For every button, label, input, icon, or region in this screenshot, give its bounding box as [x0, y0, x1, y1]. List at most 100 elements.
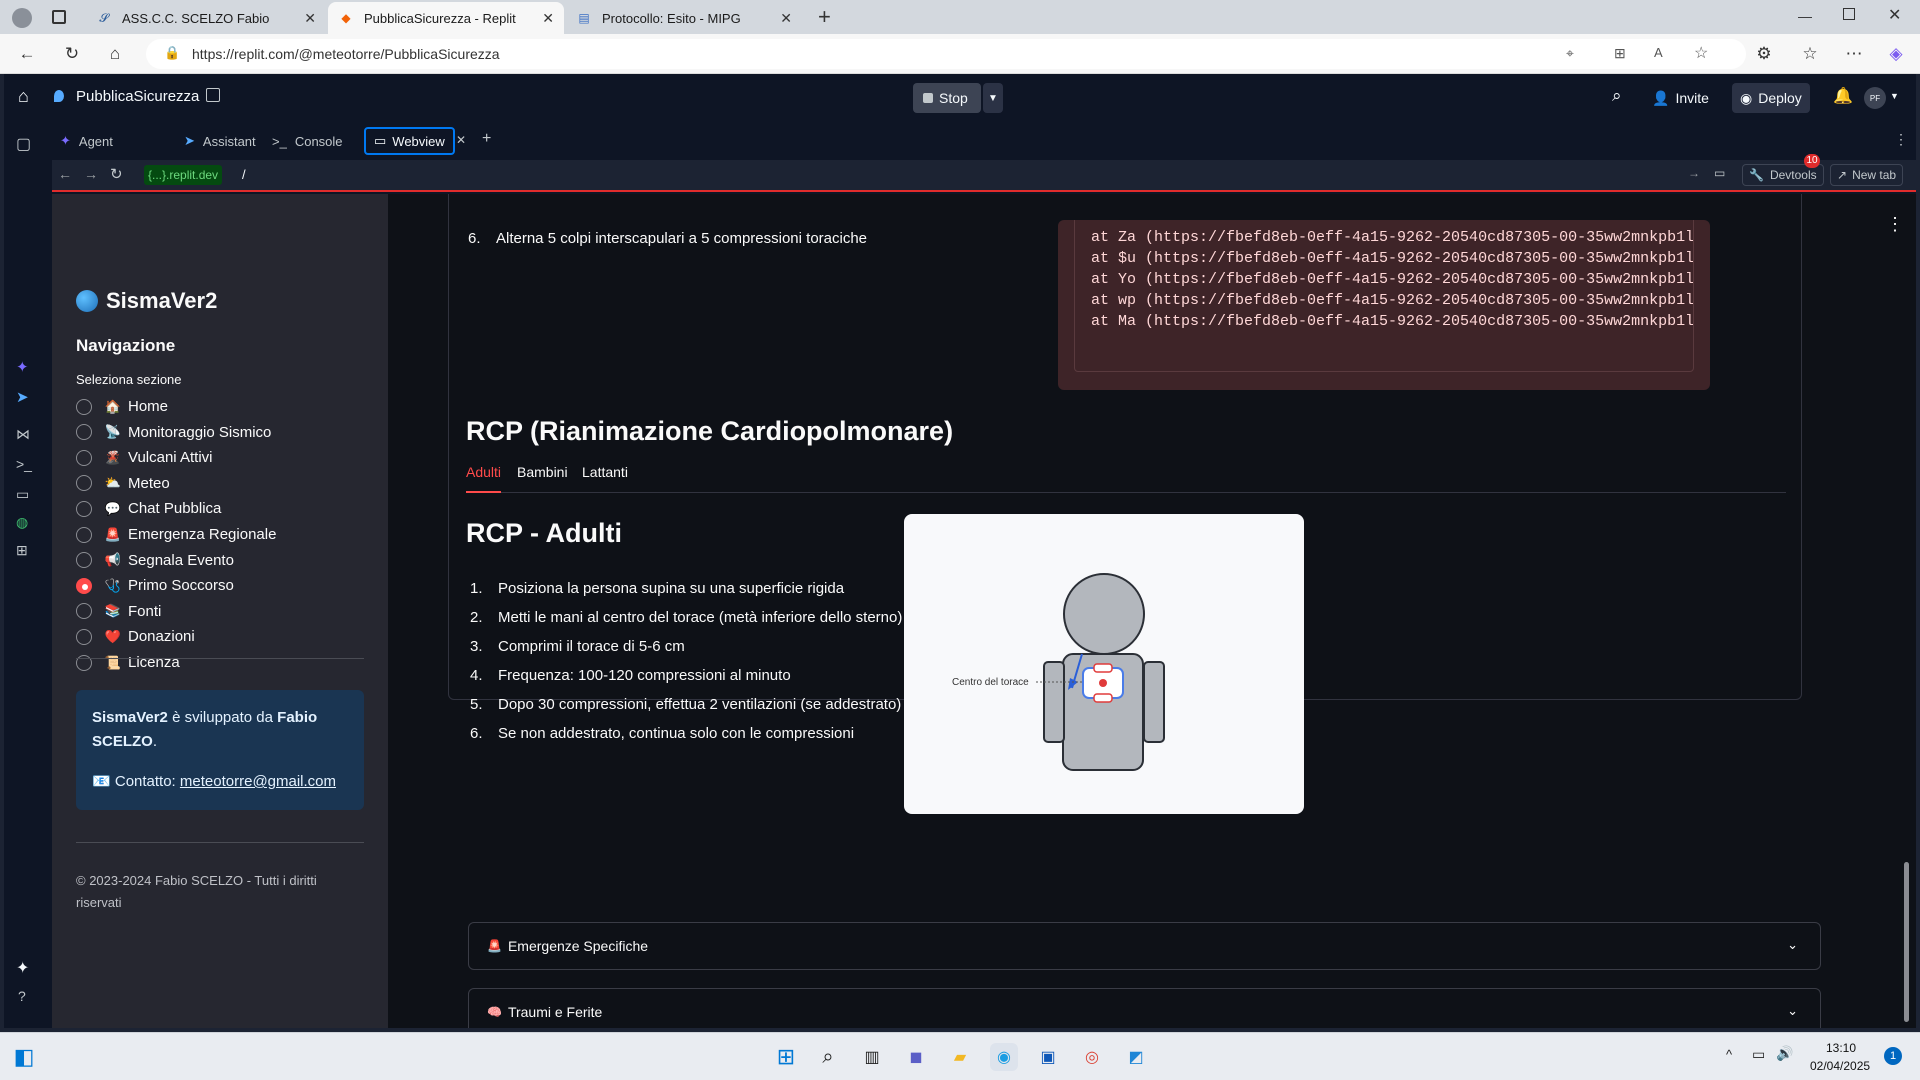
notification-badge[interactable]: 1	[1884, 1047, 1902, 1065]
favorites-icon[interactable]: ☆	[1798, 42, 1822, 66]
tab-agent[interactable]: ✦ Agent	[52, 127, 121, 155]
expander-traumi[interactable]: 🧠 Traumi e Ferite ⌄	[468, 988, 1821, 1028]
webview-go-icon[interactable]: →	[1688, 166, 1700, 180]
agent-icon[interactable]: ✦	[16, 358, 29, 376]
stop-button[interactable]: Stop	[913, 83, 981, 113]
sparkle-icon[interactable]: ✦	[16, 958, 29, 978]
scrollbar-thumb[interactable]	[1904, 862, 1909, 1022]
project-info-icon[interactable]	[206, 88, 220, 102]
close-icon[interactable]: ✕	[304, 10, 316, 27]
volume-icon[interactable]: 🔊	[1776, 1045, 1793, 1062]
radio-button[interactable]	[76, 449, 92, 466]
avatar-chevron-icon[interactable]: ▼	[1890, 91, 1899, 101]
sidebar-item-chat-pubblica[interactable]: 💬 Chat Pubblica	[76, 500, 221, 517]
sidebar-item-segnala-evento[interactable]: 📢 Segnala Evento	[76, 552, 234, 569]
browser-tab-0[interactable]: 𝓢 ASS.C.C. SCELZO Fabio ✕	[86, 2, 326, 34]
store-icon[interactable]: ▣	[1034, 1043, 1062, 1071]
read-aloud-icon[interactable]: A	[1654, 45, 1663, 60]
tab-webview[interactable]: ▭ Webview	[364, 127, 455, 155]
window-close-icon[interactable]: ✕	[1888, 5, 1901, 25]
files-icon[interactable]: ▢	[16, 134, 31, 154]
browser-tab-2[interactable]: ▤ Protocollo: Esito - MIPG ✕	[566, 2, 802, 34]
globe-icon[interactable]: ◍	[16, 514, 28, 531]
sidebar-item-emergenza-regionale[interactable]: 🚨 Emergenza Regionale	[76, 526, 276, 543]
minimize-icon[interactable]: —	[1798, 8, 1812, 24]
back-icon[interactable]: ←	[15, 42, 39, 66]
network-icon[interactable]: ▭	[1752, 1046, 1765, 1063]
teams-icon[interactable]: ◼	[902, 1043, 930, 1071]
run-options-button[interactable]: ▼	[983, 83, 1003, 113]
contact-email-link[interactable]: meteotorre@gmail.com	[180, 773, 336, 790]
assistant-icon[interactable]: ➤	[16, 388, 29, 406]
location-icon[interactable]: ⌖	[1566, 45, 1574, 62]
add-tab-icon[interactable]: +	[482, 130, 491, 148]
webview-back-icon[interactable]: ←	[58, 166, 72, 182]
radio-button[interactable]	[76, 628, 92, 645]
radio-button[interactable]	[76, 603, 92, 620]
more-menu-icon[interactable]: ⋯	[1842, 42, 1866, 66]
avatar[interactable]: PF	[1864, 87, 1886, 109]
radio-button[interactable]	[76, 424, 92, 441]
search-icon[interactable]: ⌕	[814, 1043, 842, 1071]
clock-date[interactable]: 02/04/2025	[1810, 1059, 1870, 1073]
home-icon[interactable]: ⌂	[18, 86, 29, 107]
chrome-icon[interactable]: ◎	[1078, 1043, 1106, 1071]
close-icon[interactable]: ✕	[542, 10, 554, 27]
sidebar-item-home[interactable]: 🏠 Home	[76, 398, 168, 415]
start-icon[interactable]: ⊞	[772, 1043, 800, 1071]
deploy-button[interactable]: ◉ Deploy	[1732, 83, 1810, 113]
radio-button[interactable]	[76, 552, 92, 569]
sidebar-item-vulcani-attivi[interactable]: 🌋 Vulcani Attivi	[76, 449, 213, 466]
home-icon[interactable]: ⌂	[103, 42, 127, 66]
radio-button[interactable]	[76, 577, 92, 594]
task-view-icon[interactable]: ▥	[858, 1043, 886, 1071]
close-tab-icon[interactable]: ✕	[456, 133, 466, 147]
apps-icon[interactable]: ⊞	[1614, 45, 1626, 62]
copilot-icon[interactable]: ◈	[1884, 42, 1908, 66]
url-field[interactable]: 🔒 https://replit.com/@meteotorre/Pubblic…	[146, 39, 1746, 69]
radio-button[interactable]	[76, 475, 92, 492]
tab-console[interactable]: >_ Console	[264, 127, 351, 155]
close-icon[interactable]: ✕	[780, 10, 792, 27]
notifications-bell-icon[interactable]: 🔔	[1833, 86, 1853, 106]
all-tools-icon[interactable]: ⊞	[16, 542, 28, 559]
browser-tab-1[interactable]: ◆ PubblicaSicurezza - Replit ✕	[328, 2, 564, 34]
favorite-star-icon[interactable]: ☆	[1694, 43, 1708, 63]
new-tab-button[interactable]: +	[818, 4, 831, 30]
tab-strip-menu-icon[interactable]: ⋮	[1894, 131, 1908, 148]
radio-button[interactable]	[76, 500, 92, 517]
sidebar-item-fonti[interactable]: 📚 Fonti	[76, 603, 161, 620]
new-tab-webview-button[interactable]: ↗ New tab	[1830, 164, 1904, 186]
webview-domain[interactable]: {...}.replit.dev	[144, 165, 223, 185]
restore-icon[interactable]	[1843, 8, 1855, 20]
git-icon[interactable]: ⋈	[16, 426, 30, 443]
sidebar-item-meteo[interactable]: ⛅ Meteo	[76, 475, 170, 492]
file-explorer-icon[interactable]: ▰	[946, 1043, 974, 1071]
webview-path-input[interactable]: /	[242, 165, 246, 185]
expander-emergenze[interactable]: 🚨 Emergenze Specifiche ⌄	[468, 922, 1821, 970]
widgets-icon[interactable]: ◧	[10, 1043, 38, 1071]
radio-button[interactable]	[76, 654, 92, 671]
project-name[interactable]: PubblicaSicurezza	[76, 88, 199, 105]
edge-icon[interactable]: ◉	[990, 1043, 1018, 1071]
profile-icon[interactable]	[12, 8, 32, 28]
help-icon[interactable]: ?	[18, 988, 26, 1004]
webview-icon[interactable]: ▭	[16, 486, 29, 503]
sidebar-item-donazioni[interactable]: ❤️ Donazioni	[76, 628, 195, 645]
tab-assistant[interactable]: ➤ Assistant	[176, 127, 264, 155]
extensions-icon[interactable]: ⚙	[1752, 42, 1776, 66]
search-icon[interactable]: ⌕	[1612, 86, 1622, 106]
reload-icon[interactable]: ↻	[60, 42, 84, 66]
tray-chevron-icon[interactable]: ^	[1726, 1047, 1732, 1062]
console-icon[interactable]: >_	[16, 456, 32, 472]
sidebar-item-licenza[interactable]: 📜 Licenza	[76, 654, 180, 671]
radio-button[interactable]	[76, 526, 92, 543]
scrollbar[interactable]	[1900, 194, 1912, 1024]
sidebar-item-monitoraggio-sismico[interactable]: 📡 Monitoraggio Sismico	[76, 424, 271, 441]
responsive-icon[interactable]: ▭	[1714, 166, 1725, 180]
sidebar-item-primo-soccorso[interactable]: 🩺 Primo Soccorso	[76, 577, 234, 594]
tab-actions-icon[interactable]	[52, 10, 66, 24]
webview-reload-icon[interactable]: ↻	[110, 165, 123, 183]
invite-button[interactable]: 👤 Invite	[1646, 83, 1715, 113]
webview-forward-icon[interactable]: →	[84, 166, 98, 182]
